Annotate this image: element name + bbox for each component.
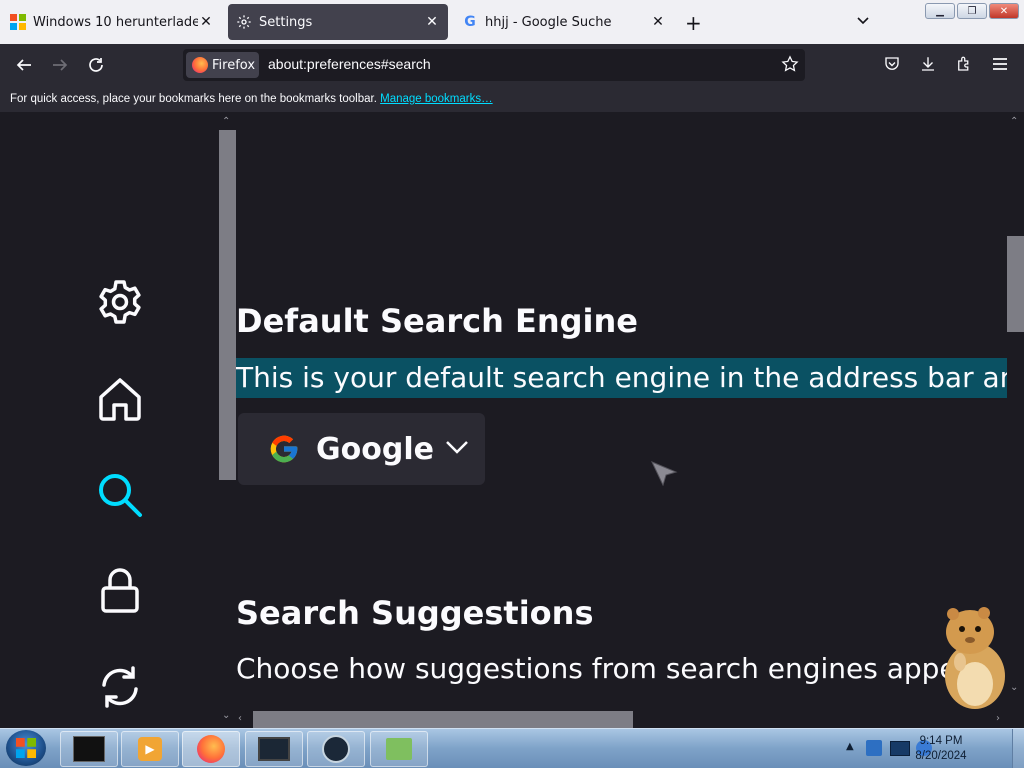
list-all-tabs-icon[interactable] bbox=[855, 12, 871, 32]
taskbar: ▶ ▲ 9:14 PM 8/20/2024 bbox=[0, 728, 1024, 768]
clock-date: 8/20/2024 bbox=[915, 750, 967, 762]
tab-title: Settings bbox=[259, 14, 313, 30]
default-engine-heading: Default Search Engine bbox=[236, 302, 638, 340]
tab-strip: Windows 10 herunterladen ✕ Settings ✕ G … bbox=[0, 0, 1024, 44]
tab-settings[interactable]: Settings ✕ bbox=[228, 4, 448, 40]
tray-app-icon[interactable] bbox=[866, 740, 882, 756]
pocket-icon[interactable] bbox=[883, 55, 901, 77]
google-g-icon: G bbox=[464, 14, 476, 30]
preferences-content: ⌃ ⌄ Default Search Engine This is your d… bbox=[0, 112, 1024, 728]
close-tab-icon[interactable]: ✕ bbox=[198, 14, 214, 30]
selected-engine-label: Google bbox=[316, 431, 434, 467]
search-suggestions-heading: Search Suggestions bbox=[236, 594, 594, 632]
tab-google-search[interactable]: G hhjj - Google Suche ✕ bbox=[454, 4, 674, 40]
hamster-sticker-icon bbox=[940, 604, 1010, 714]
tab-windows-download[interactable]: Windows 10 herunterladen ✕ bbox=[2, 4, 222, 40]
google-logo-icon bbox=[268, 433, 300, 465]
new-tab-button[interactable]: + bbox=[685, 11, 702, 35]
scroll-down-arrow-icon[interactable]: ⌄ bbox=[1010, 682, 1018, 693]
taskbar-firefox-app[interactable] bbox=[182, 731, 240, 767]
downloads-icon[interactable] bbox=[919, 55, 937, 77]
bookmarks-toolbar: For quick access, place your bookmarks h… bbox=[0, 86, 1024, 112]
default-engine-description-row: This is your default search engine in th… bbox=[236, 358, 1007, 398]
taskbar-terminal-app[interactable] bbox=[60, 731, 118, 767]
forward-arrow-icon[interactable] bbox=[48, 53, 72, 77]
scroll-right-arrow-icon[interactable]: › bbox=[996, 713, 1000, 724]
minimize-button[interactable]: ▁ bbox=[925, 3, 955, 19]
default-engine-description: This is your default search engine in th… bbox=[236, 358, 1007, 398]
page-scrollbar-thumb[interactable] bbox=[1007, 236, 1024, 332]
media-player-icon: ▶ bbox=[138, 737, 162, 761]
show-desktop-button[interactable] bbox=[1012, 729, 1024, 768]
identity-label: Firefox bbox=[212, 57, 256, 73]
chevron-down-icon bbox=[444, 434, 470, 464]
monitor-icon bbox=[258, 737, 290, 761]
windows-logo-icon bbox=[10, 14, 26, 30]
identity-box[interactable]: Firefox bbox=[186, 52, 259, 78]
tab-title: Windows 10 herunterladen bbox=[33, 14, 198, 30]
mouse-cursor-icon bbox=[650, 458, 678, 490]
taskbar-steam-app[interactable] bbox=[307, 731, 365, 767]
search-icon[interactable] bbox=[95, 470, 145, 520]
system-clock[interactable]: 9:14 PM 8/20/2024 bbox=[906, 734, 976, 764]
taskbar-media-player-app[interactable]: ▶ bbox=[121, 731, 179, 767]
gear-icon[interactable] bbox=[95, 277, 145, 327]
download-check-icon bbox=[386, 738, 412, 760]
search-suggestions-description: Choose how suggestions from search engin… bbox=[236, 652, 992, 685]
scroll-left-arrow-icon[interactable]: ‹ bbox=[238, 713, 242, 724]
sync-icon[interactable] bbox=[95, 662, 145, 712]
scroll-up-arrow-icon[interactable]: ⌃ bbox=[222, 116, 230, 127]
windows-logo-icon bbox=[16, 738, 36, 758]
default-engine-dropdown[interactable]: Google bbox=[238, 413, 485, 485]
extensions-icon[interactable] bbox=[955, 55, 973, 77]
steam-icon bbox=[322, 735, 350, 763]
manage-bookmarks-link[interactable]: Manage bookmarks… bbox=[380, 93, 493, 105]
close-tab-icon[interactable]: ✕ bbox=[424, 14, 440, 30]
taskbar-update-app[interactable] bbox=[370, 731, 428, 767]
bookmarks-empty-message: For quick access, place your bookmarks h… bbox=[10, 93, 377, 105]
close-tab-icon[interactable]: ✕ bbox=[650, 14, 666, 30]
horizontal-scrollbar-thumb[interactable] bbox=[253, 711, 633, 728]
home-icon[interactable] bbox=[95, 374, 145, 424]
gear-icon bbox=[236, 14, 252, 30]
terminal-icon bbox=[73, 736, 105, 762]
start-button[interactable] bbox=[6, 730, 46, 766]
reload-icon[interactable] bbox=[84, 53, 108, 77]
firefox-logo-icon bbox=[192, 57, 208, 73]
close-window-button[interactable]: ✕ bbox=[989, 3, 1019, 19]
clock-time: 9:14 PM bbox=[919, 735, 963, 747]
taskbar-display-app[interactable] bbox=[245, 731, 303, 767]
category-scrollbar-thumb[interactable] bbox=[219, 130, 236, 480]
tab-title: hhjj - Google Suche bbox=[485, 14, 612, 30]
lock-icon[interactable] bbox=[95, 565, 145, 615]
url-text[interactable]: about:preferences#search bbox=[268, 56, 431, 72]
firefox-logo-icon bbox=[197, 735, 225, 763]
bookmark-star-icon[interactable] bbox=[781, 55, 799, 77]
scroll-down-arrow-icon[interactable]: ⌄ bbox=[222, 710, 230, 721]
app-menu-icon[interactable] bbox=[991, 55, 1009, 77]
back-arrow-icon[interactable] bbox=[12, 53, 36, 77]
scroll-up-arrow-icon[interactable]: ⌃ bbox=[1010, 116, 1018, 127]
show-hidden-icons-arrow-icon[interactable]: ▲ bbox=[846, 741, 854, 752]
restore-button[interactable]: ❐ bbox=[957, 3, 987, 19]
